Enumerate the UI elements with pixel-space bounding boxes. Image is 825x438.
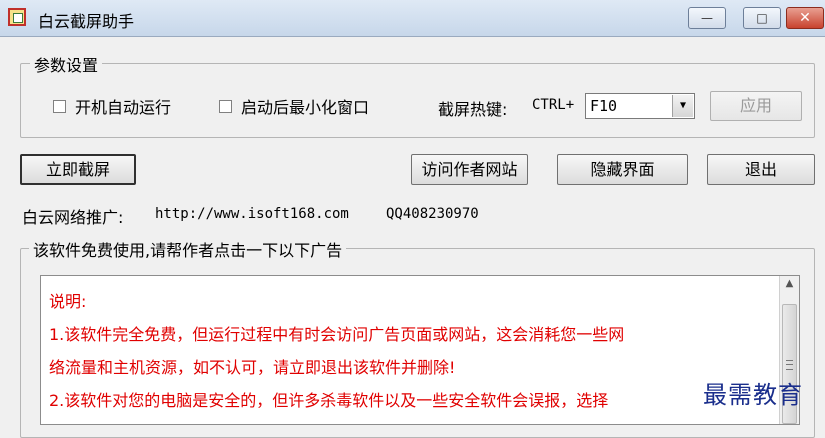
hotkey-select[interactable]: F10 ▼: [585, 93, 695, 119]
ads-group-label: 该软件免费使用,请帮作者点击一下以下广告: [29, 237, 347, 261]
exit-button[interactable]: 退出: [707, 154, 815, 185]
hotkey-prefix: CTRL+: [532, 97, 575, 113]
apply-button[interactable]: 应用: [710, 91, 802, 121]
start-minimized-checkbox[interactable]: [219, 99, 232, 113]
app-icon: [8, 8, 26, 26]
visit-author-site-button[interactable]: 访问作者网站: [411, 154, 528, 185]
ad-text-area[interactable]: 说明: 1.该软件完全免费，但运行过程中有时会访问广告页面或网站，这会消耗您一些…: [40, 275, 800, 425]
capture-now-button[interactable]: 立即截屏: [20, 154, 136, 185]
ad-line: 说明:: [49, 292, 87, 311]
title-bar: 白云截屏助手 — □ ✕: [0, 0, 825, 37]
ad-line: 1.该软件完全免费，但运行过程中有时会访问广告页面或网站，这会消耗您一些网: [49, 325, 625, 344]
promo-qq: QQ408230970: [386, 206, 479, 222]
watermark: 最需教育: [703, 381, 803, 409]
ad-line: 2.该软件对您的电脑是安全的，但许多杀毒软件以及一些安全软件会误报，选择: [49, 391, 609, 410]
hotkey-label: 截屏热键:: [438, 100, 508, 119]
window-title: 白云截屏助手: [38, 12, 135, 31]
hotkey-select-value: F10: [590, 97, 618, 115]
grip-icon: [786, 360, 793, 370]
autostart-checkbox[interactable]: [53, 99, 66, 113]
promo-url[interactable]: http://www.isoft168.com: [155, 206, 349, 222]
chevron-down-icon[interactable]: ▼: [672, 95, 693, 117]
close-button[interactable]: ✕: [786, 7, 824, 29]
settings-group-label: 参数设置: [30, 52, 103, 76]
ad-line: 络流量和主机资源，如不认可，请立即退出该软件并删除!: [49, 358, 456, 377]
autostart-option[interactable]: 开机自动运行: [53, 94, 171, 118]
autostart-label: 开机自动运行: [75, 98, 172, 117]
start-minimized-label: 启动后最小化窗口: [241, 98, 370, 117]
scroll-up-icon[interactable]: ▲: [782, 278, 797, 294]
maximize-button[interactable]: □: [743, 7, 781, 29]
promo-label: 白云网络推广:: [22, 208, 124, 227]
hide-ui-button[interactable]: 隐藏界面: [557, 154, 688, 185]
start-minimized-option[interactable]: 启动后最小化窗口: [219, 94, 369, 118]
minimize-button[interactable]: —: [688, 7, 726, 29]
